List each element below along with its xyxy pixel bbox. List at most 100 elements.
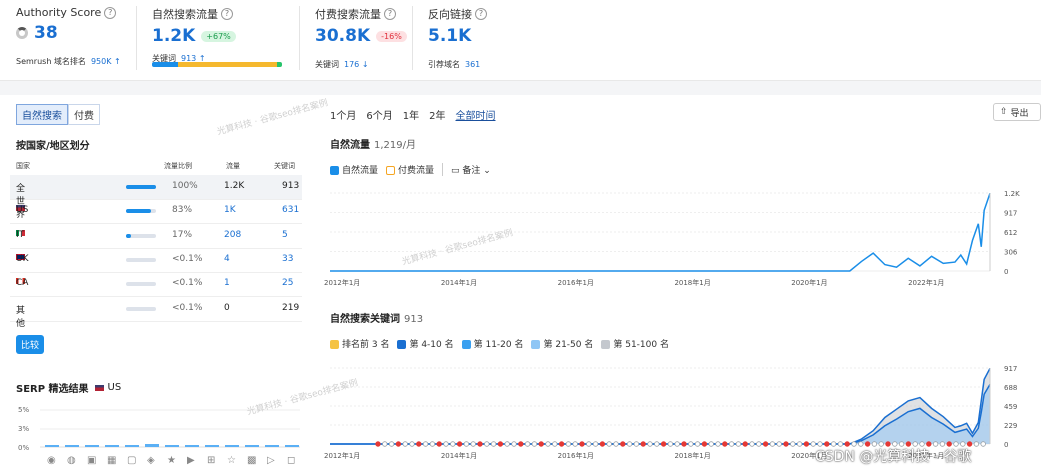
database-change-marker[interactable]	[565, 441, 572, 447]
keywords-value[interactable]: 631	[282, 205, 299, 215]
database-change-marker[interactable]	[572, 441, 578, 447]
info-icon[interactable]: ?	[104, 6, 117, 19]
range-1y[interactable]: 1年	[403, 107, 419, 122]
legend-position-3[interactable]: 第 21-50 名	[531, 337, 593, 350]
database-change-marker[interactable]	[395, 441, 402, 447]
database-change-marker[interactable]	[518, 441, 524, 447]
traffic-value[interactable]: 4	[224, 254, 230, 264]
database-change-marker[interactable]	[490, 441, 497, 447]
table-row[interactable]: 其他 <0.1% 0 219	[10, 297, 302, 329]
legend-position-1[interactable]: 第 4-10 名	[397, 337, 454, 350]
database-change-marker[interactable]	[443, 441, 449, 447]
serp-feature-icon[interactable]: ⊞	[207, 455, 215, 466]
database-change-marker[interactable]	[524, 441, 531, 447]
database-change-marker[interactable]	[694, 441, 701, 447]
database-change-marker[interactable]	[606, 441, 612, 447]
database-change-marker[interactable]	[388, 441, 395, 447]
database-change-marker[interactable]	[647, 441, 653, 447]
serp-feature-icon[interactable]: ◍	[67, 455, 76, 466]
database-change-marker[interactable]	[422, 441, 429, 447]
notes-dropdown[interactable]: ▭ 备注 ⌄	[442, 163, 491, 176]
database-change-marker[interactable]	[803, 441, 810, 447]
database-change-marker[interactable]	[470, 441, 476, 447]
range-2y[interactable]: 2年	[429, 107, 445, 122]
database-change-marker[interactable]	[973, 441, 980, 447]
database-change-marker[interactable]	[613, 441, 619, 447]
database-change-marker[interactable]	[463, 441, 470, 447]
serp-feature-icon[interactable]: ▣	[87, 455, 96, 466]
table-row[interactable]: CA <0.1% 1 25	[10, 272, 302, 298]
database-change-marker[interactable]	[450, 441, 456, 447]
database-change-marker[interactable]	[749, 441, 755, 447]
legend-position-0[interactable]: 排名前 3 名	[330, 337, 389, 350]
serp-feature-icon[interactable]: ☆	[227, 455, 236, 466]
database-change-marker[interactable]	[409, 441, 415, 447]
database-change-marker[interactable]	[762, 441, 769, 447]
legend-position-4[interactable]: 第 51-100 名	[601, 337, 669, 350]
database-change-marker[interactable]	[626, 441, 633, 447]
database-change-marker[interactable]	[382, 441, 388, 447]
traffic-value[interactable]: 1	[224, 278, 230, 288]
database-change-marker[interactable]	[497, 441, 504, 447]
database-change-marker[interactable]	[735, 441, 742, 447]
database-change-marker[interactable]	[531, 441, 538, 447]
database-change-marker[interactable]	[592, 441, 599, 447]
organic-value[interactable]: 1.2K	[152, 26, 195, 46]
legend-position-2[interactable]: 第 11-20 名	[461, 337, 523, 350]
keywords-value[interactable]: 33	[282, 254, 293, 264]
traffic-value[interactable]: 208	[224, 230, 241, 240]
serp-feature-icon[interactable]: ★	[167, 455, 176, 466]
database-change-marker[interactable]	[599, 441, 606, 447]
database-change-marker[interactable]	[681, 441, 687, 447]
database-change-marker[interactable]	[620, 441, 626, 447]
serp-feature-icon[interactable]: ▷	[267, 455, 275, 466]
table-row[interactable]: US 83% 1K 631	[10, 199, 302, 225]
database-change-marker[interactable]	[416, 441, 422, 447]
paid-value[interactable]: 30.8K	[315, 26, 370, 46]
info-icon[interactable]: ?	[384, 8, 396, 20]
database-change-marker[interactable]	[756, 441, 762, 447]
legend-paid[interactable]: 付费流量	[386, 163, 434, 176]
database-change-marker[interactable]	[477, 441, 483, 447]
table-row[interactable]: IT 17% 208 5	[10, 224, 302, 249]
serp-feature-icon[interactable]: ◉	[47, 455, 56, 466]
serp-feature-icon[interactable]: ▢	[127, 455, 136, 466]
database-change-marker[interactable]	[667, 441, 674, 447]
serp-feature-icon[interactable]: ▦	[107, 455, 116, 466]
database-change-marker[interactable]	[429, 441, 436, 447]
database-change-marker[interactable]	[980, 441, 986, 447]
tab-organic[interactable]: 自然搜索	[16, 104, 68, 125]
database-change-marker[interactable]	[783, 441, 789, 447]
database-change-marker[interactable]	[402, 441, 408, 447]
serp-feature-icon[interactable]: ◻	[287, 455, 295, 466]
database-change-marker[interactable]	[769, 441, 776, 447]
database-change-marker[interactable]	[579, 441, 585, 447]
database-change-marker[interactable]	[742, 441, 748, 447]
export-button[interactable]: ⇧ 导出	[993, 103, 1041, 121]
range-all[interactable]: 全部时间	[456, 107, 496, 122]
info-icon[interactable]: ?	[475, 8, 487, 20]
database-change-marker[interactable]	[796, 441, 803, 447]
database-change-marker[interactable]	[654, 441, 660, 447]
database-change-marker[interactable]	[728, 441, 735, 447]
database-change-marker[interactable]	[715, 441, 721, 447]
tab-paid[interactable]: 付费	[68, 104, 100, 125]
database-change-marker[interactable]	[538, 441, 544, 447]
keywords-value[interactable]: 5	[282, 230, 288, 240]
serp-country[interactable]: US	[94, 382, 121, 393]
database-change-marker[interactable]	[688, 441, 694, 447]
traffic-value[interactable]: 1K	[224, 205, 236, 215]
table-row[interactable]: UK <0.1% 4 33	[10, 248, 302, 273]
database-change-marker[interactable]	[586, 441, 592, 447]
paid-keywords-value[interactable]: 176 ↓	[344, 60, 369, 69]
legend-organic[interactable]: 自然流量	[330, 163, 378, 176]
serp-feature-icon[interactable]: ▶	[187, 455, 195, 466]
database-change-marker[interactable]	[722, 441, 728, 447]
keywords-value[interactable]: 25	[282, 278, 293, 288]
backlinks-value[interactable]: 5.1K	[428, 26, 471, 46]
serp-feature-icon[interactable]: ▩	[247, 455, 256, 466]
database-change-marker[interactable]	[484, 441, 490, 447]
info-icon[interactable]: ?	[221, 8, 233, 20]
database-change-marker[interactable]	[558, 441, 565, 447]
database-change-marker[interactable]	[790, 441, 796, 447]
